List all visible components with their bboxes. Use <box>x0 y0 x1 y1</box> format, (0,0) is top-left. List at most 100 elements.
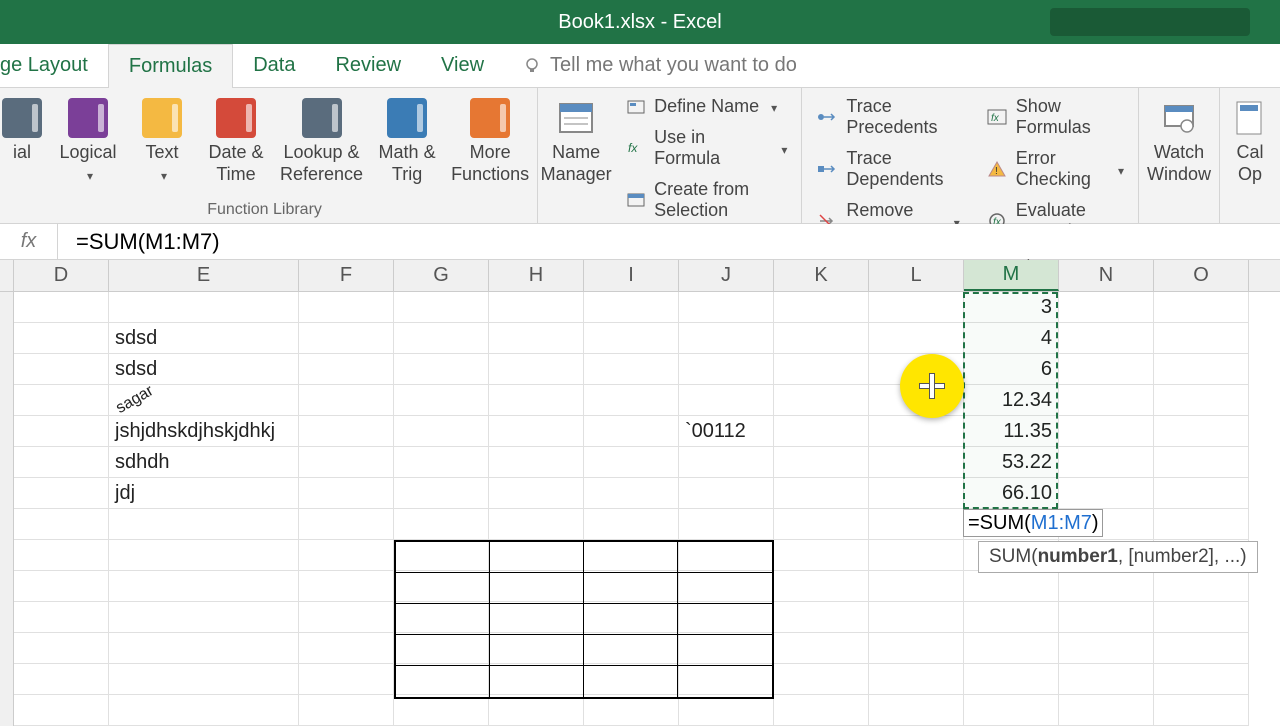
cell-N6[interactable] <box>1059 447 1154 478</box>
cell-K5[interactable] <box>774 416 869 447</box>
cell-D4[interactable] <box>14 385 109 416</box>
tab-review[interactable]: Review <box>315 44 421 87</box>
cell-F13[interactable] <box>299 664 394 695</box>
cell-L12[interactable] <box>869 633 964 664</box>
tab-view[interactable]: View <box>421 44 504 87</box>
col-header-E[interactable]: E <box>109 260 299 291</box>
cell-J3[interactable] <box>679 354 774 385</box>
cell-D1[interactable] <box>14 292 109 323</box>
cell-N7[interactable] <box>1059 478 1154 509</box>
cell-D14[interactable] <box>14 695 109 726</box>
col-header-K[interactable]: K <box>774 260 869 291</box>
cell-M7[interactable]: 66.10 <box>964 478 1059 509</box>
cell-L2[interactable] <box>869 323 964 354</box>
cell-O10[interactable] <box>1154 571 1249 602</box>
cell-I8[interactable] <box>584 509 679 540</box>
cell-J14[interactable] <box>679 695 774 726</box>
tell-me-search[interactable]: Tell me what you want to do <box>504 44 815 87</box>
tab-formulas[interactable]: Formulas <box>108 44 233 88</box>
cell-K6[interactable] <box>774 447 869 478</box>
more-functions-button[interactable]: More Functions <box>451 94 529 185</box>
cell-G5[interactable] <box>394 416 489 447</box>
cell-J2[interactable] <box>679 323 774 354</box>
cell-I4[interactable] <box>584 385 679 416</box>
cell-N1[interactable] <box>1059 292 1154 323</box>
cell-M6[interactable]: 53.22 <box>964 447 1059 478</box>
cell-O13[interactable] <box>1154 664 1249 695</box>
cell-E6[interactable]: sdhdh <box>109 447 299 478</box>
col-header-O[interactable]: O <box>1154 260 1249 291</box>
calculation-options-button[interactable]: Cal Op <box>1228 94 1272 185</box>
col-header-L[interactable]: L <box>869 260 964 291</box>
date-time-button[interactable]: Date & Time <box>206 94 266 185</box>
cell-F5[interactable] <box>299 416 394 447</box>
cell-L9[interactable] <box>869 540 964 571</box>
cell-D5[interactable] <box>14 416 109 447</box>
cell-D10[interactable] <box>14 571 109 602</box>
cell-E2[interactable]: sdsd <box>109 323 299 354</box>
cell-N10[interactable] <box>1059 571 1154 602</box>
cell-I2[interactable] <box>584 323 679 354</box>
account-badge[interactable] <box>1050 8 1250 36</box>
cell-O2[interactable] <box>1154 323 1249 354</box>
cell-E10[interactable] <box>109 571 299 602</box>
cell-G6[interactable] <box>394 447 489 478</box>
cell-E14[interactable] <box>109 695 299 726</box>
cell-H5[interactable] <box>489 416 584 447</box>
cell-N12[interactable] <box>1059 633 1154 664</box>
trace-precedents-button[interactable]: Trace Precedents <box>810 94 965 140</box>
cell-F8[interactable] <box>299 509 394 540</box>
cell-O14[interactable] <box>1154 695 1249 726</box>
cell-O6[interactable] <box>1154 447 1249 478</box>
use-in-formula-button[interactable]: fx Use in Formula <box>620 125 793 171</box>
cell-I5[interactable] <box>584 416 679 447</box>
cell-K13[interactable] <box>774 664 869 695</box>
cell-F2[interactable] <box>299 323 394 354</box>
cell-E12[interactable] <box>109 633 299 664</box>
cell-D2[interactable] <box>14 323 109 354</box>
cell-E13[interactable] <box>109 664 299 695</box>
cell-G8[interactable] <box>394 509 489 540</box>
cell-H2[interactable] <box>489 323 584 354</box>
cell-H4[interactable] <box>489 385 584 416</box>
cell-F7[interactable] <box>299 478 394 509</box>
cell-D6[interactable] <box>14 447 109 478</box>
cell-L13[interactable] <box>869 664 964 695</box>
show-formulas-button[interactable]: fx Show Formulas <box>980 94 1130 140</box>
cell-F9[interactable] <box>299 540 394 571</box>
cell-I3[interactable] <box>584 354 679 385</box>
cell-E4[interactable]: sagar <box>109 385 299 416</box>
cell-K3[interactable] <box>774 354 869 385</box>
cell-E5[interactable]: jshjdhskdjhskjdhkj <box>109 416 299 447</box>
worksheet-grid[interactable]: D E F G H I J K L M N O 3sdsd4sdsd6sagar… <box>0 260 1280 726</box>
cell-M4[interactable]: 12.34 <box>964 385 1059 416</box>
define-name-button[interactable]: Define Name <box>620 94 793 119</box>
cell-J4[interactable] <box>679 385 774 416</box>
logical-button[interactable]: Logical <box>58 94 118 185</box>
col-header-G[interactable]: G <box>394 260 489 291</box>
cell-I6[interactable] <box>584 447 679 478</box>
cell-D11[interactable] <box>14 602 109 633</box>
cell-L11[interactable] <box>869 602 964 633</box>
cell-H3[interactable] <box>489 354 584 385</box>
cell-D9[interactable] <box>14 540 109 571</box>
cell-J7[interactable] <box>679 478 774 509</box>
cell-F11[interactable] <box>299 602 394 633</box>
cell-D7[interactable] <box>14 478 109 509</box>
col-header-I[interactable]: I <box>584 260 679 291</box>
cell-L5[interactable] <box>869 416 964 447</box>
active-formula-cell[interactable]: =SUM(M1:M7) <box>963 509 1103 537</box>
cell-O4[interactable] <box>1154 385 1249 416</box>
cell-N5[interactable] <box>1059 416 1154 447</box>
tab-page-layout[interactable]: ge Layout <box>0 44 108 87</box>
cell-K14[interactable] <box>774 695 869 726</box>
cell-I7[interactable] <box>584 478 679 509</box>
cell-F3[interactable] <box>299 354 394 385</box>
cell-N13[interactable] <box>1059 664 1154 695</box>
cell-O11[interactable] <box>1154 602 1249 633</box>
trace-dependents-button[interactable]: Trace Dependents <box>810 146 965 192</box>
cell-N2[interactable] <box>1059 323 1154 354</box>
cell-F1[interactable] <box>299 292 394 323</box>
cell-O12[interactable] <box>1154 633 1249 664</box>
col-header-J[interactable]: J <box>679 260 774 291</box>
